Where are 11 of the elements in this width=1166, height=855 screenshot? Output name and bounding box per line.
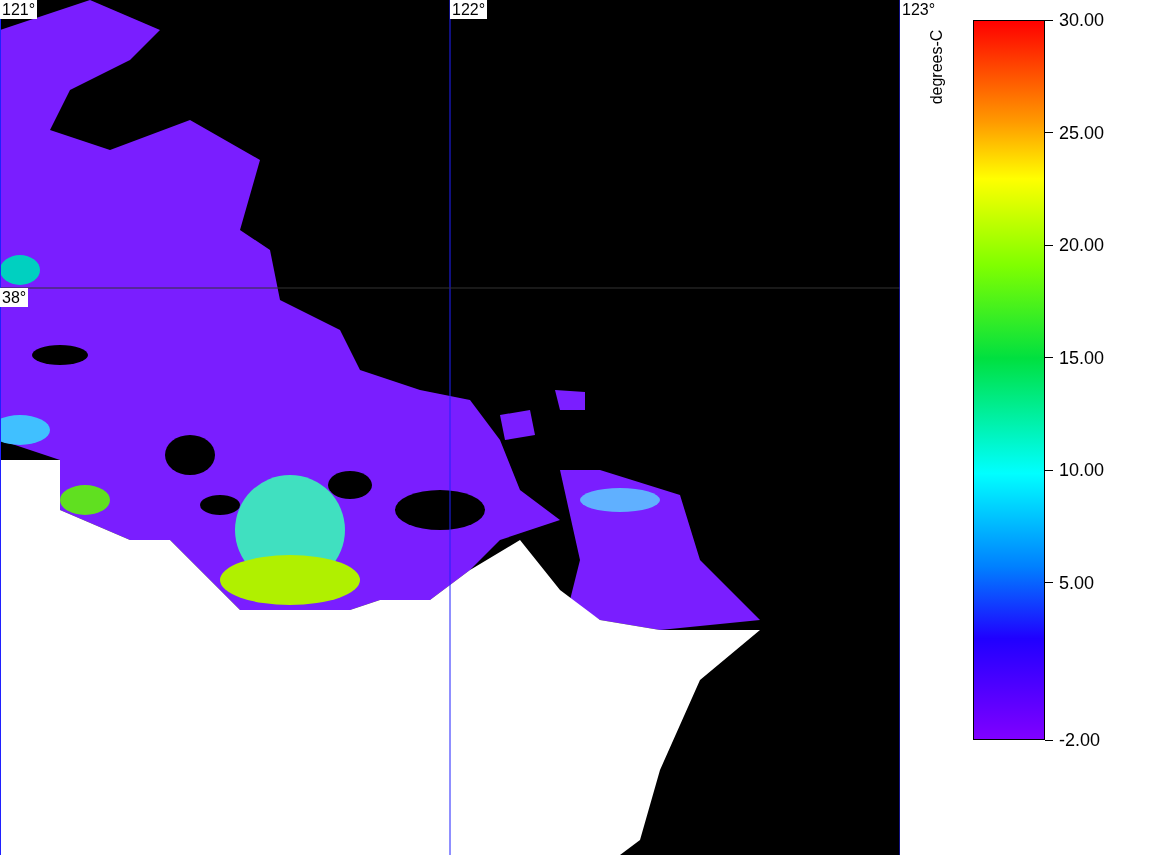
longitude-label: 122° bbox=[450, 0, 488, 19]
scale-tick-label: 5.00 bbox=[1045, 571, 1095, 594]
scale-tick-label: 25.00 bbox=[1045, 121, 1105, 144]
latitude-label: 38° bbox=[0, 288, 29, 307]
scale-tick-label: -2.00 bbox=[1045, 729, 1101, 751]
unit-label: degrees-C bbox=[928, 28, 946, 107]
scale-tick-label: 10.00 bbox=[1045, 459, 1105, 481]
scale-tick-label: 15.00 bbox=[1045, 346, 1105, 369]
longitude-label: 121° bbox=[0, 0, 38, 19]
scale-tick-label: 20.00 bbox=[1045, 234, 1105, 256]
scale-tick-label: 30.00 bbox=[1045, 9, 1105, 31]
